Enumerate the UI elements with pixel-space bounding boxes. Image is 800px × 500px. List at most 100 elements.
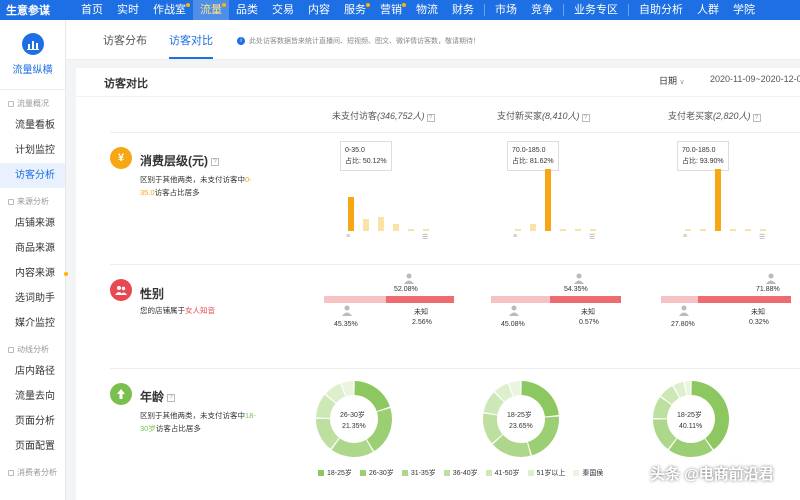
female-bar[interactable] bbox=[550, 296, 621, 303]
nav-item[interactable]: 实时 bbox=[110, 0, 146, 20]
bar[interactable] bbox=[700, 229, 706, 231]
nav-item[interactable]: 竞争 bbox=[524, 0, 560, 20]
female-percent: 52.08% bbox=[394, 286, 418, 293]
sidebar-item[interactable]: 页面分析 bbox=[0, 409, 65, 434]
bar[interactable] bbox=[685, 229, 691, 231]
help-icon[interactable]: ? bbox=[167, 393, 176, 402]
bar[interactable] bbox=[393, 223, 399, 231]
tooltip-range: 70.0-185.0 bbox=[682, 147, 716, 154]
donut-slice[interactable] bbox=[366, 407, 392, 452]
donut-slice[interactable] bbox=[669, 438, 713, 457]
nav-item[interactable]: 财务 bbox=[445, 0, 481, 20]
help-icon[interactable]: ? bbox=[426, 114, 435, 122]
legend-item[interactable]: 36-40岁 bbox=[443, 468, 478, 478]
tab-visitor-distribution[interactable]: 访客分布 bbox=[103, 32, 147, 59]
bar[interactable] bbox=[348, 196, 354, 231]
sidebar-item[interactable]: 店内路径 bbox=[0, 359, 65, 384]
nav-item[interactable]: 业务专区 bbox=[567, 0, 625, 20]
age-legend: 18-25岁 26-30岁 31-35岁 36-40岁 41-50岁 51岁以上 秦国侯 bbox=[318, 468, 603, 478]
nav-item[interactable]: 人群 bbox=[690, 0, 726, 20]
nav-item[interactable]: 物流 bbox=[409, 0, 445, 20]
column-header-old-buyer: 支付老买家(2,820人)? bbox=[668, 109, 761, 122]
sidebar-item-label: 商品来源 bbox=[15, 243, 55, 254]
bar[interactable] bbox=[745, 229, 751, 231]
legend-item[interactable]: 26-30岁 bbox=[359, 468, 394, 478]
sidebar-group-label: 动线分析 bbox=[17, 345, 49, 354]
sidebar-item[interactable]: 媒介监控 bbox=[0, 311, 65, 336]
nav-item[interactable]: 市场 bbox=[488, 0, 524, 20]
bar[interactable] bbox=[545, 169, 551, 231]
tab-bar: 访客分布 访客对比 i 此处访客数据皆来统计直播间、短视频、图文、微详情访客数，… bbox=[66, 20, 800, 60]
sidebar-item[interactable]: 页面配置 bbox=[0, 434, 65, 459]
nav-item[interactable]: 作战室 bbox=[146, 0, 193, 20]
nav-item[interactable]: 营销 bbox=[373, 0, 409, 20]
donut-slice[interactable] bbox=[354, 381, 390, 412]
legend-item[interactable]: 秦国侯 bbox=[573, 468, 603, 478]
nav-item[interactable]: 流量 bbox=[193, 0, 229, 20]
donut-slice[interactable] bbox=[331, 438, 373, 457]
sidebar-item[interactable]: 流量去向 bbox=[0, 384, 65, 409]
bar[interactable] bbox=[515, 229, 521, 231]
sidebar-item[interactable]: 商品来源 bbox=[0, 236, 65, 261]
nav-item[interactable]: 学院 bbox=[726, 0, 762, 20]
help-icon[interactable]: ? bbox=[752, 114, 761, 122]
bar[interactable] bbox=[760, 229, 766, 231]
male-bar[interactable] bbox=[324, 296, 386, 303]
top-nav: 生意参谋 首页 实时 作战室 流量 品类 交易 内容 服务 营销 物流 财务 市场 竞争 业务专区 自助分析… bbox=[0, 0, 800, 20]
sidebar-item-label: 计划监控 bbox=[15, 145, 55, 156]
legend-item[interactable]: 41-50岁 bbox=[485, 468, 520, 478]
nav-item[interactable]: 交易 bbox=[265, 0, 301, 20]
nav-item[interactable]: 品类 bbox=[229, 0, 265, 20]
bar[interactable] bbox=[378, 217, 384, 231]
nav-item[interactable]: 自助分析 bbox=[632, 0, 690, 20]
bar[interactable] bbox=[423, 229, 429, 231]
column-header-new-buyer: 支付新买家(8,410人)? bbox=[497, 109, 590, 122]
male-bar[interactable] bbox=[491, 296, 550, 303]
consumption-tooltip: 0-35.0 占比: 50.12% bbox=[340, 141, 392, 171]
sidebar-item[interactable]: 访客分析 bbox=[0, 163, 65, 188]
desc-pre: 区别于其他两类，未支付访客中 bbox=[140, 411, 245, 420]
donut-slice[interactable] bbox=[492, 435, 531, 457]
legend-item[interactable]: 18-25岁 bbox=[318, 468, 352, 478]
bar[interactable] bbox=[530, 223, 536, 231]
sidebar-item-label: 流量去向 bbox=[15, 391, 55, 402]
legend-item[interactable]: 51岁以上 bbox=[527, 468, 565, 478]
bar[interactable] bbox=[715, 169, 721, 231]
sidebar-item[interactable]: 内容来源 bbox=[0, 261, 68, 286]
female-bar[interactable] bbox=[386, 296, 454, 303]
nav-item[interactable]: 服务 bbox=[337, 0, 373, 20]
sidebar-item[interactable]: 店铺来源 bbox=[0, 211, 65, 236]
bar[interactable] bbox=[363, 218, 369, 231]
sidebar-item[interactable]: 计划监控 bbox=[0, 138, 65, 163]
help-icon[interactable]: ? bbox=[211, 157, 219, 166]
help-icon[interactable]: ? bbox=[581, 114, 590, 122]
legend-label: 31-35岁 bbox=[410, 470, 436, 477]
bar[interactable] bbox=[560, 229, 566, 231]
nav-item[interactable]: 首页 bbox=[74, 0, 110, 20]
bar[interactable] bbox=[730, 229, 736, 231]
yuan-icon: ¥ bbox=[110, 147, 132, 169]
brand-logo[interactable]: 生意参谋 bbox=[0, 2, 74, 18]
sidebar-group-title: 消费者分析 bbox=[0, 459, 65, 482]
female-bar[interactable] bbox=[698, 296, 791, 303]
bar[interactable] bbox=[590, 229, 596, 231]
sidebar-logo[interactable]: 流量纵横 bbox=[0, 20, 65, 90]
coin-small-icon: ≡ bbox=[513, 233, 518, 240]
male-percent: 45.08% bbox=[501, 321, 525, 328]
tooltip-range: 0-35.0 bbox=[345, 147, 365, 154]
bar[interactable] bbox=[575, 229, 581, 231]
donut-center-label: 26-30岁 bbox=[340, 412, 365, 419]
sidebar-item-label: 页面配置 bbox=[15, 441, 55, 452]
nav-items: 首页 实时 作战室 流量 品类 交易 内容 服务 营销 物流 财务 市场 竞争 业务专区 自助分析 人群 学院 bbox=[74, 0, 762, 20]
nav-item[interactable]: 内容 bbox=[301, 0, 337, 20]
donut-slice[interactable] bbox=[684, 381, 691, 396]
tab-visitor-compare[interactable]: 访客对比 bbox=[169, 32, 213, 59]
date-select[interactable]: 日期 ∨ bbox=[659, 74, 685, 87]
male-bar[interactable] bbox=[661, 296, 698, 303]
legend-item[interactable]: 31-35岁 bbox=[401, 468, 436, 478]
bar[interactable] bbox=[408, 228, 414, 231]
group-icon bbox=[8, 346, 14, 353]
sidebar-item[interactable]: 流量看板 bbox=[0, 113, 65, 138]
female-icon bbox=[404, 273, 414, 284]
sidebar-item[interactable]: 选词助手 bbox=[0, 286, 65, 311]
